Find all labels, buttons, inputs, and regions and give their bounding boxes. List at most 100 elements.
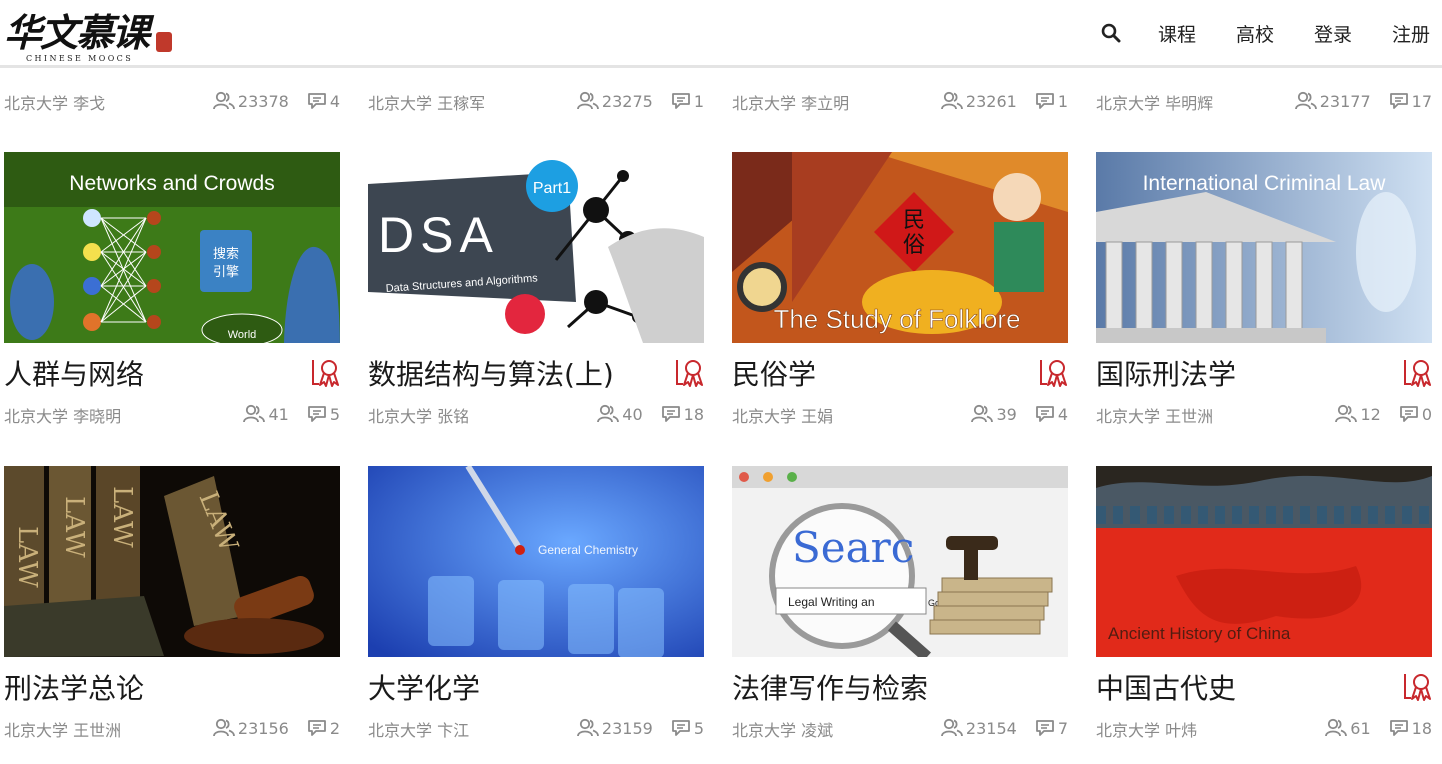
course-stats: 23177 17 — [1294, 88, 1432, 114]
comment-count-value: 18 — [1411, 718, 1432, 738]
comment-count: 5 — [307, 405, 340, 424]
comment-count-value: 18 — [683, 404, 704, 424]
comment-count-value: 7 — [1057, 718, 1068, 738]
student-count: 39 — [971, 404, 1017, 424]
comment-count-value: 2 — [329, 718, 340, 738]
comment-count: 0 — [1399, 405, 1432, 424]
student-count-value: 39 — [996, 404, 1017, 424]
course-meta: 北京大学 张铭 40 18 — [368, 401, 704, 427]
course-title[interactable]: 大学化学 — [368, 667, 668, 707]
course-instructor[interactable]: 北京大学 叶炜 — [1096, 717, 1197, 741]
course-instructor[interactable]: 北京大学 王世洲 — [4, 717, 121, 741]
course-thumbnail[interactable]: Networks and Crowds 搜索 引擎 World — [4, 152, 340, 343]
course-instructor[interactable]: 北京大学 李立明 — [732, 90, 849, 114]
comment-count: 2 — [307, 719, 340, 738]
student-count: 12 — [1335, 404, 1381, 424]
course-title[interactable]: 国际刑法学 — [1096, 353, 1396, 393]
student-count: 23275 — [577, 91, 653, 111]
comment-count-value: 5 — [329, 404, 340, 424]
student-count: 23378 — [213, 91, 289, 111]
course-thumbnail[interactable]: LAW LAW LAW LAW — [4, 466, 340, 657]
course-title[interactable]: 人群与网络 — [4, 353, 304, 393]
course-instructor[interactable]: 北京大学 李戈 — [4, 90, 105, 114]
comment-count-value: 17 — [1411, 91, 1432, 111]
svg-text:Part1: Part1 — [533, 180, 571, 197]
svg-text:International Criminal Law: International Criminal Law — [1143, 172, 1387, 195]
course-thumbnail[interactable]: General Chemistry — [368, 466, 704, 657]
course-meta: 北京大学 毕明辉 23177 17 — [1096, 88, 1432, 114]
course-stats: 23156 2 — [213, 715, 340, 741]
student-count: 23177 — [1294, 91, 1371, 111]
course-instructor[interactable]: 北京大学 王娟 — [732, 403, 833, 427]
svg-text:民: 民 — [903, 208, 925, 233]
site-logo[interactable]: 华文慕课 CHINESE MOOCS — [4, 4, 174, 64]
student-count-value: 23177 — [1319, 91, 1371, 111]
search-icon[interactable] — [1100, 22, 1122, 44]
comment-count-value: 4 — [1057, 404, 1068, 424]
comment-count: 5 — [671, 719, 704, 738]
certificate-ribbon-icon — [1038, 357, 1068, 389]
top-header: 华文慕课 CHINESE MOOCS 课程 高校 登录 注册 — [0, 0, 1442, 68]
svg-text:引擎: 引擎 — [213, 265, 239, 280]
course-stats: 23261 1 — [941, 88, 1068, 114]
course-instructor[interactable]: 北京大学 王稼军 — [368, 90, 485, 114]
certificate-ribbon-icon — [1402, 671, 1432, 703]
student-count: 40 — [597, 404, 643, 424]
svg-text:The Study of Folklore: The Study of Folklore — [773, 304, 1020, 334]
course-thumbnail[interactable]: 民 俗 The Study of Folklore — [732, 152, 1068, 343]
student-count-value: 23154 — [965, 718, 1017, 738]
logo-seal-icon — [156, 32, 172, 52]
main-nav: 课程 高校 登录 注册 — [1100, 0, 1442, 66]
nav-courses[interactable]: 课程 — [1158, 20, 1196, 47]
comment-icon — [661, 405, 684, 423]
course-title[interactable]: 法律写作与检索 — [732, 667, 1032, 707]
course-stats: 23154 7 — [941, 715, 1068, 741]
comment-count: 4 — [307, 92, 340, 111]
course-instructor[interactable]: 北京大学 卞江 — [368, 717, 469, 741]
course-instructor[interactable]: 北京大学 凌斌 — [732, 717, 833, 741]
course-instructor[interactable]: 北京大学 李晓明 — [4, 403, 121, 427]
comment-icon — [671, 719, 694, 737]
nav-universities[interactable]: 高校 — [1236, 20, 1274, 47]
comment-count-value: 1 — [693, 91, 704, 111]
course-thumbnail[interactable]: DSA Data Structures and Algorithms Part1 — [368, 152, 704, 343]
nav-register[interactable]: 注册 — [1392, 20, 1430, 47]
certificate-ribbon-icon — [1402, 357, 1432, 389]
course-meta: 北京大学 王娟 39 4 — [732, 401, 1068, 427]
people-icon — [577, 91, 602, 111]
nav-login[interactable]: 登录 — [1314, 20, 1352, 47]
people-icon — [243, 404, 268, 424]
course-instructor[interactable]: 北京大学 张铭 — [368, 403, 469, 427]
comment-count: 18 — [1389, 719, 1432, 738]
course-instructor[interactable]: 北京大学 王世洲 — [1096, 403, 1213, 427]
course-stats: 39 4 — [971, 401, 1068, 427]
course-stats: 12 0 — [1335, 401, 1432, 427]
course-title[interactable]: 中国古代史 — [1096, 667, 1396, 707]
course-thumbnail[interactable]: Searc Legal Writing an Go — [732, 466, 1068, 657]
comment-count: 1 — [1035, 92, 1068, 111]
people-icon — [1294, 91, 1320, 111]
comment-icon — [1389, 92, 1412, 110]
student-count: 61 — [1325, 718, 1371, 738]
comment-icon — [1035, 719, 1058, 737]
svg-text:搜索: 搜索 — [213, 247, 239, 262]
course-stats: 23275 1 — [577, 88, 704, 114]
logo-subtitle: CHINESE MOOCS — [26, 54, 134, 63]
student-count: 23159 — [577, 718, 653, 738]
course-meta: 北京大学 叶炜 61 18 — [1096, 715, 1432, 741]
comment-icon — [307, 405, 330, 423]
course-instructor[interactable]: 北京大学 毕明辉 — [1096, 90, 1213, 114]
course-title[interactable]: 数据结构与算法(上) — [368, 353, 668, 393]
course-meta: 北京大学 李晓明 41 5 — [4, 401, 340, 427]
course-stats: 61 18 — [1325, 715, 1432, 741]
course-stats: 41 5 — [243, 401, 340, 427]
student-count: 23261 — [941, 91, 1017, 111]
student-count: 41 — [243, 404, 289, 424]
course-thumbnail[interactable]: Ancient History of China — [1096, 466, 1432, 657]
comment-count-value: 5 — [693, 718, 704, 738]
course-title[interactable]: 民俗学 — [732, 353, 1032, 393]
svg-text:LAW: LAW — [107, 486, 137, 548]
course-thumbnail[interactable]: International Criminal Law — [1096, 152, 1432, 343]
svg-text:World: World — [228, 329, 257, 341]
course-title[interactable]: 刑法学总论 — [4, 667, 304, 707]
